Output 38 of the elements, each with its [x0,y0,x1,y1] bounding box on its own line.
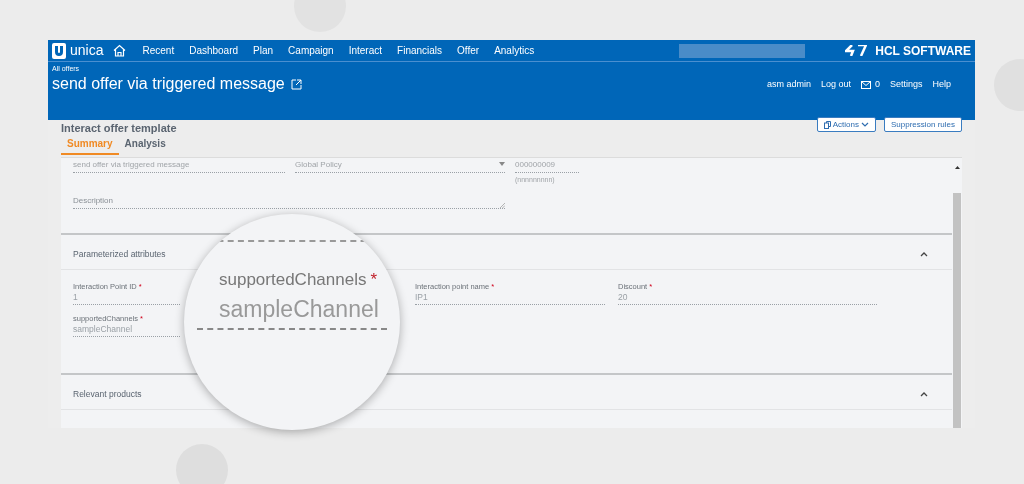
scroll-up-icon[interactable] [954,166,960,169]
field-placeholder: Description [73,194,113,207]
magnified-value: sampleChannel [197,294,387,330]
header-link[interactable]: Help [932,78,951,92]
mail-icon [860,80,871,89]
description-field[interactable]: Description [73,194,505,209]
messages-link[interactable]: 0 [860,78,880,92]
home-icon[interactable] [113,44,127,57]
section-heading: Interact offer template [61,121,177,135]
section-title: Relevant products [73,388,142,401]
nav-link[interactable]: Dashboard [189,43,239,58]
header-link[interactable]: Settings [889,78,923,92]
tab[interactable]: Analysis [118,138,172,155]
collapse-icon[interactable] [920,252,928,257]
copy-icon [823,120,831,129]
nav-link[interactable]: Offer [457,43,480,58]
collapse-icon[interactable] [920,392,928,397]
brand-logo-icon [845,45,868,56]
external-link-icon[interactable] [290,78,302,90]
app-name: unica [70,41,104,60]
resize-handle-icon [500,202,505,208]
chevron-down-icon [860,122,869,127]
brand-name: HCL SOFTWARE [875,42,971,60]
logout-link[interactable]: Log out [820,78,851,92]
magnified-label: supportedChannels * [219,270,379,290]
section-title: Parameterized attributes [73,248,166,261]
nav-link[interactable]: Recent [142,43,175,58]
dropdown-caret-icon [499,162,505,166]
nav-link[interactable]: Analytics [494,43,535,58]
search-field[interactable] [679,43,806,58]
nav-link[interactable]: Campaign [288,43,334,58]
page-title: send offer via triggered message [52,74,285,94]
suppression-rules-button[interactable]: Suppression rules [883,117,962,132]
nav-link[interactable]: Financials [397,43,443,58]
user-name: asm admin [766,78,811,91]
nav-link[interactable]: Plan [253,43,274,58]
nav-link[interactable]: Interact [348,43,383,58]
actions-button[interactable]: Actions [816,117,876,132]
